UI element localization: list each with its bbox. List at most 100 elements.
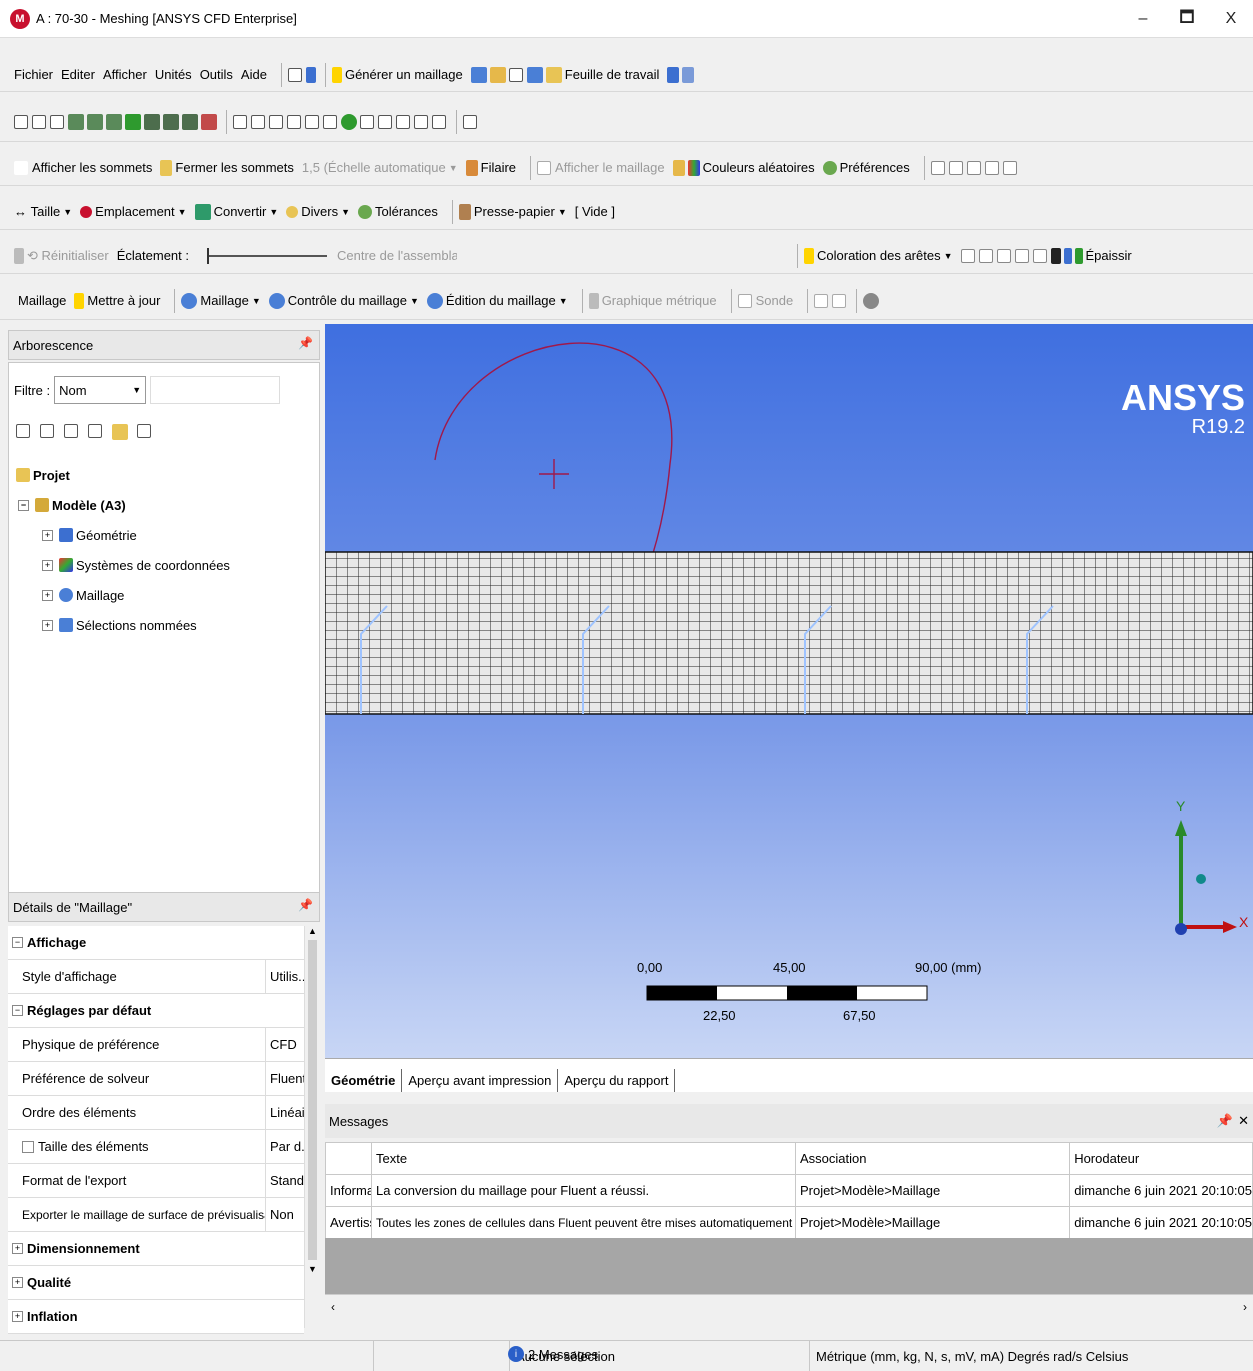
menu-units[interactable]: Unités (155, 67, 192, 82)
select-element-icon[interactable] (144, 113, 160, 130)
refresh-icon[interactable] (16, 424, 30, 438)
collapse-icon[interactable]: − (18, 499, 29, 511)
worksheet-button[interactable]: Feuille de travail (545, 66, 659, 83)
table-row[interactable]: Informa La conversion du maillage pour F… (325, 1174, 1253, 1207)
edge-style-5-icon[interactable] (1032, 248, 1047, 263)
pan-icon[interactable] (251, 114, 265, 129)
split-icon[interactable] (305, 66, 316, 83)
details-group-sizing[interactable]: + Dimensionnement (8, 1232, 304, 1266)
expand-icon[interactable]: + (42, 559, 53, 571)
tree-item-model[interactable]: − Modèle (A3) (8, 490, 320, 520)
location-menu[interactable]: Emplacement ▼ (80, 204, 187, 219)
tree-filter-icon[interactable] (64, 424, 78, 438)
details-group-quality[interactable]: + Qualité (8, 1266, 304, 1300)
expand-icon[interactable]: + (42, 529, 53, 541)
assembly-center-select[interactable]: Centre de l'assemblage▼ (337, 248, 457, 263)
select-edge-icon[interactable] (87, 113, 103, 130)
show-vertices-button[interactable]: Afficher les sommets (14, 160, 152, 175)
collapse-icon[interactable]: − (12, 1005, 23, 1016)
details-group-display[interactable]: − Affichage (8, 926, 304, 960)
tab-geometry[interactable]: Géométrie (325, 1069, 403, 1092)
print-icon[interactable] (432, 114, 446, 129)
details-row[interactable]: Ordre des élémentsLinéai... (8, 1096, 304, 1130)
wireframe-button[interactable]: Filaire (465, 159, 516, 176)
context-help-icon[interactable] (667, 66, 680, 83)
window-layout-icon[interactable] (463, 114, 477, 129)
select-mode-icon[interactable] (50, 114, 64, 129)
slider-handle[interactable] (207, 247, 209, 264)
explode-slider[interactable] (207, 247, 327, 264)
suppress-icon[interactable] (40, 424, 54, 438)
status-messages[interactable] (374, 1341, 510, 1371)
expand-icon[interactable]: + (12, 1277, 23, 1288)
details-row[interactable]: Préférence de solveur Fluent (8, 1062, 304, 1096)
filter-select[interactable]: Nom ▼ (54, 376, 147, 404)
expand-icon[interactable]: + (12, 1311, 23, 1322)
misc-menu[interactable]: Divers ▼ (286, 204, 350, 219)
tree-item-coordinate-systems[interactable]: + Systèmes de coordonnées (8, 550, 320, 580)
update-button[interactable]: Mettre à jour (74, 292, 160, 309)
edge-mode-5-icon[interactable] (1002, 160, 1017, 175)
tree-item-project[interactable]: Projet (8, 460, 320, 490)
graphics-viewport[interactable]: ANSYS R19.2 0,00 45,00 90,00 (mm) 22,50 … (325, 324, 1253, 1058)
details-row[interactable]: Exporter le maillage de surface de prévi… (8, 1198, 304, 1232)
zoom-icon[interactable] (269, 114, 283, 129)
select-point-icon[interactable] (14, 114, 28, 129)
menu-help[interactable]: Aide (241, 67, 267, 82)
edge-style-1-icon[interactable] (960, 248, 975, 263)
details-row[interactable]: Physique de préférence CFD (8, 1028, 304, 1062)
select-body-icon[interactable] (125, 113, 141, 130)
tag-icon[interactable] (682, 66, 695, 83)
max-icon[interactable] (814, 293, 829, 308)
reset-button[interactable]: ⟲ Réinitialiser (27, 248, 109, 264)
tolerances-button[interactable]: Tolérances (358, 204, 438, 219)
tree-item-mesh[interactable]: + Maillage (8, 580, 320, 610)
messages-status-item[interactable]: i 2 Messages (508, 1346, 598, 1362)
expand-icon[interactable]: + (42, 619, 53, 631)
details-group-defaults[interactable]: − Réglages par défaut (8, 994, 304, 1028)
element-size-checkbox[interactable] (22, 1140, 34, 1153)
details-scrollbar[interactable]: ▲ ▼ (304, 926, 320, 1328)
menu-tools[interactable]: Outils (200, 67, 233, 82)
convert-menu[interactable]: Convertir ▼ (194, 203, 278, 220)
menu-file[interactable]: Fichier (14, 67, 53, 82)
sum-icon[interactable] (287, 67, 302, 82)
select-vertex-icon[interactable] (68, 113, 84, 130)
select-mesh-icon[interactable] (182, 113, 198, 130)
explode-star-icon[interactable] (672, 159, 685, 176)
edge-style-3-icon[interactable] (996, 248, 1011, 263)
mesh-control-menu[interactable]: Contrôle du maillage ▼ (268, 292, 419, 309)
select-xyz-icon[interactable] (32, 114, 46, 129)
menu-edit[interactable]: Editer (61, 67, 95, 82)
expand-icon[interactable]: + (42, 589, 53, 601)
display-options-icon[interactable] (863, 292, 880, 309)
zoom-window-icon[interactable] (323, 114, 337, 129)
close-button[interactable]: X (1209, 0, 1253, 38)
thin-icon[interactable] (1063, 247, 1072, 264)
metric-graph-button[interactable]: Graphique métrique (588, 292, 717, 309)
box-zoom-icon[interactable] (287, 114, 301, 129)
details-group-inflation[interactable]: + Inflation (8, 1300, 304, 1334)
magnifier-icon[interactable] (360, 114, 374, 129)
rotate-icon[interactable] (233, 114, 247, 129)
table-row[interactable]: Avertiss Toutes les zones de cellules da… (325, 1206, 1253, 1239)
mesh-menu[interactable]: Maillage ▼ (181, 292, 261, 309)
tab-report-preview[interactable]: Aperçu du rapport (558, 1069, 676, 1092)
scroll-down-icon[interactable]: ▼ (305, 1264, 320, 1274)
maximize-button[interactable]: 🗖 (1165, 0, 1209, 38)
abc-icon[interactable] (489, 66, 506, 83)
probe-button[interactable]: Sonde (737, 293, 793, 308)
scroll-thumb[interactable] (308, 940, 317, 1260)
minimize-button[interactable]: – (1121, 0, 1165, 38)
thicken-button[interactable]: Épaissir (1074, 247, 1132, 264)
edge-mode-4-icon[interactable] (984, 160, 999, 175)
show-mesh-button[interactable]: Afficher le maillage (537, 160, 665, 175)
preferences-button[interactable]: Préférences (822, 160, 910, 175)
details-row[interactable]: Taille des élémentsPar d... (8, 1130, 304, 1164)
status-units[interactable]: Métrique (mm, kg, N, s, mV, mA) Degrés r… (810, 1341, 1253, 1371)
iso-view-icon[interactable] (378, 114, 392, 129)
clipboard-menu[interactable]: Presse-papier ▼ (458, 203, 567, 220)
annotation-icon[interactable] (508, 67, 523, 82)
scroll-up-icon[interactable]: ▲ (305, 926, 320, 936)
sort-icon[interactable] (137, 424, 151, 438)
